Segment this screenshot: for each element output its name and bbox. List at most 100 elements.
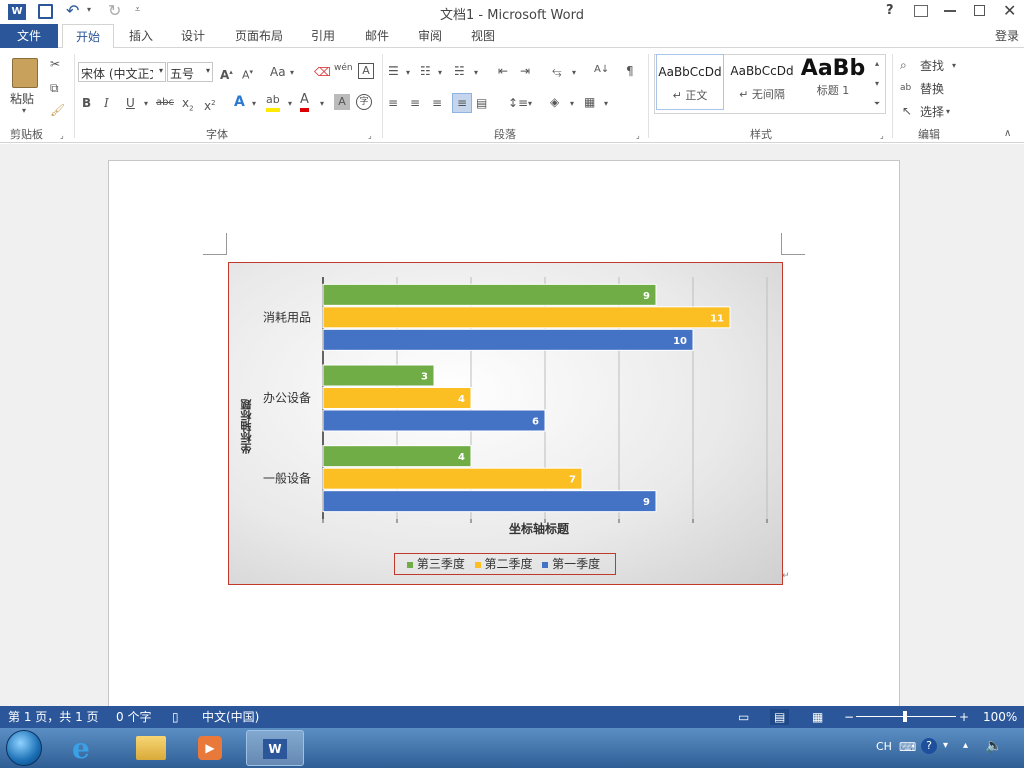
find-dropdown-icon[interactable]: ▾: [952, 58, 956, 74]
bold-icon[interactable]: B: [82, 95, 91, 111]
numbering-icon[interactable]: ☷: [420, 63, 431, 79]
undo-icon[interactable]: ↶: [66, 1, 79, 20]
start-button-icon[interactable]: [6, 730, 42, 766]
zoom-in-icon[interactable]: +: [959, 709, 969, 725]
tab-review[interactable]: 审阅: [407, 24, 453, 48]
language-indicator[interactable]: 中文(中国): [202, 709, 259, 725]
ime-options-icon[interactable]: ▾: [943, 740, 948, 751]
styles-more-icon[interactable]: ⏷: [870, 96, 884, 112]
collapse-ribbon-icon[interactable]: ∧: [1004, 126, 1011, 142]
chart-area[interactable]: 一般设备 9 7 4 办公设备 6 4 3 消耗用品 10 11 9 坐标轴标题 坐标轴标题 第三季度…: [228, 262, 783, 585]
clipboard-launcher-icon[interactable]: ⌟: [60, 128, 64, 144]
change-case-dropdown-icon[interactable]: ▾: [290, 65, 294, 81]
replace-icon[interactable]: ab: [900, 80, 911, 96]
shading-icon[interactable]: ◈: [550, 94, 559, 110]
zoom-out-icon[interactable]: −: [844, 709, 854, 725]
font-size-box[interactable]: 五号 ▾: [167, 62, 213, 82]
style-heading-1[interactable]: AaBb 标题 1: [800, 54, 866, 110]
strikethrough-icon[interactable]: abc: [156, 95, 174, 111]
underline-icon[interactable]: U: [126, 95, 135, 111]
document-page[interactable]: ↵ 一般设备 9 7 4 办公设备 6 4 3 消耗用品 10 11 9 坐标轴标题 坐标轴标题 第三…: [108, 160, 900, 720]
proofing-icon[interactable]: ▯: [172, 709, 179, 725]
word-app-icon[interactable]: W: [8, 4, 26, 20]
word-taskbar-button[interactable]: W: [246, 730, 304, 766]
phonetic-guide-icon[interactable]: wén: [334, 60, 353, 76]
file-explorer-icon[interactable]: [136, 736, 166, 760]
character-border-icon[interactable]: A: [358, 63, 374, 79]
copy-icon[interactable]: ⧉: [50, 80, 59, 96]
select-icon[interactable]: ↖: [902, 103, 912, 119]
change-case-icon[interactable]: Aa: [270, 64, 286, 80]
tab-page-layout[interactable]: 页面布局: [226, 24, 292, 48]
tab-design[interactable]: 设计: [170, 24, 216, 48]
highlight-icon[interactable]: ab: [266, 92, 280, 112]
font-color-icon[interactable]: A: [300, 92, 309, 112]
word-count[interactable]: 0 个字: [116, 709, 151, 725]
shading-dropdown-icon[interactable]: ▾: [570, 96, 574, 112]
font-color-dropdown-icon[interactable]: ▾: [320, 96, 324, 112]
style-no-spacing[interactable]: AaBbCcDd ↵ 无间隔: [728, 54, 796, 110]
cut-icon[interactable]: ✂: [50, 56, 60, 72]
font-size-dropdown-icon[interactable]: ▾: [206, 66, 210, 75]
read-mode-icon[interactable]: ▭: [738, 709, 749, 725]
zoom-slider-thumb[interactable]: [903, 711, 907, 722]
underline-dropdown-icon[interactable]: ▾: [144, 96, 148, 112]
web-layout-icon[interactable]: ▦: [812, 709, 823, 725]
restore-icon[interactable]: [974, 5, 985, 16]
styles-launcher-icon[interactable]: ⌟: [880, 128, 884, 144]
font-name-box[interactable]: 宋体 (中文正文 ▾: [78, 62, 166, 82]
line-spacing-dropdown-icon[interactable]: ▾: [528, 96, 532, 112]
increase-indent-icon[interactable]: ⇥: [520, 63, 530, 79]
shrink-font-icon[interactable]: A▾: [242, 64, 253, 84]
paste-icon[interactable]: [12, 58, 38, 88]
ime-indicator[interactable]: CH: [876, 740, 892, 753]
tab-home[interactable]: 开始: [62, 24, 114, 49]
format-painter-icon[interactable]: 🖌: [50, 102, 65, 118]
zoom-level[interactable]: 100%: [983, 709, 1017, 725]
styles-scroll-down-icon[interactable]: ▾: [870, 76, 884, 92]
character-shading-icon[interactable]: A: [334, 94, 350, 110]
distributed-icon[interactable]: ▤: [476, 95, 487, 111]
borders-icon[interactable]: ▦: [584, 94, 595, 110]
page-count[interactable]: 第 1 页，共 1 页: [8, 709, 99, 725]
text-effects-icon[interactable]: A: [234, 94, 245, 110]
select-dropdown-icon[interactable]: ▾: [946, 104, 950, 120]
align-right-icon[interactable]: ≡: [432, 95, 442, 111]
decrease-indent-icon[interactable]: ⇤: [498, 63, 508, 79]
font-launcher-icon[interactable]: ⌟: [368, 128, 372, 144]
paste-dropdown-icon[interactable]: ▾: [22, 106, 26, 115]
ime-help-icon[interactable]: ?: [921, 738, 937, 754]
bullets-dropdown-icon[interactable]: ▾: [406, 65, 410, 81]
tab-insert[interactable]: 插入: [118, 24, 164, 48]
undo-dropdown-icon[interactable]: ▾: [87, 5, 91, 14]
align-center-icon[interactable]: ≡: [410, 95, 420, 111]
clear-formatting-icon[interactable]: ⌫: [314, 64, 331, 80]
tab-mailings[interactable]: 邮件: [354, 24, 400, 48]
help-icon[interactable]: ?: [886, 3, 894, 18]
media-player-icon[interactable]: ▶: [198, 736, 222, 760]
login-link[interactable]: 登录: [990, 24, 1024, 48]
italic-icon[interactable]: I: [104, 95, 109, 111]
tab-file[interactable]: 文件: [0, 24, 58, 48]
y-axis-title[interactable]: 坐标轴标题: [239, 391, 269, 463]
redo-icon[interactable]: ↻: [108, 1, 121, 20]
select-button[interactable]: 选择: [920, 103, 944, 120]
numbering-dropdown-icon[interactable]: ▾: [438, 65, 442, 81]
font-name-dropdown-icon[interactable]: ▾: [159, 66, 163, 75]
grow-font-icon[interactable]: A▴: [220, 64, 233, 83]
asian-layout-dropdown-icon[interactable]: ▾: [572, 65, 576, 81]
save-icon[interactable]: [38, 4, 53, 19]
align-left-icon[interactable]: ≡: [388, 95, 398, 111]
minimize-icon[interactable]: [944, 10, 956, 12]
replace-button[interactable]: 替换: [920, 80, 944, 97]
find-icon[interactable]: ⌕: [900, 57, 907, 73]
show-marks-icon[interactable]: ¶: [626, 63, 634, 79]
justify-icon[interactable]: ≡: [452, 93, 472, 113]
line-spacing-icon[interactable]: ↕≡: [508, 95, 528, 111]
bullets-icon[interactable]: ☰: [388, 63, 399, 79]
find-button[interactable]: 查找: [920, 57, 944, 74]
styles-scroll-up-icon[interactable]: ▴: [870, 56, 884, 72]
multilevel-list-icon[interactable]: ☵: [454, 63, 465, 79]
close-icon[interactable]: ✕: [1003, 1, 1016, 20]
tab-view[interactable]: 视图: [460, 24, 506, 48]
